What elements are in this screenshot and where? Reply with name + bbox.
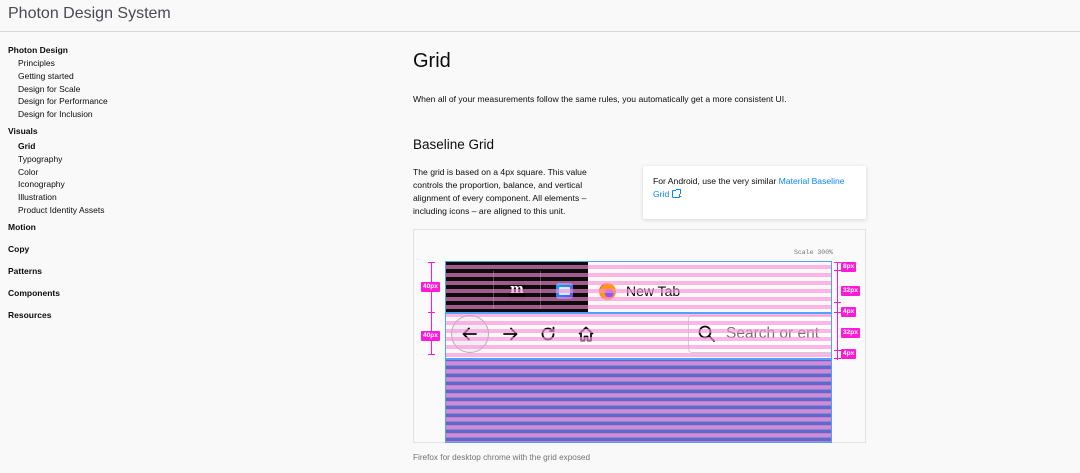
book-icon (556, 283, 573, 299)
sidebar-section-photon-design[interactable]: Photon Design (8, 44, 188, 57)
medium-icon: m (509, 282, 525, 299)
sidebar-item-typography[interactable]: Typography (8, 153, 188, 166)
site-title[interactable]: Photon Design System (8, 5, 171, 23)
sidebar-section-resources[interactable]: Resources (8, 309, 188, 322)
page-title: Grid (413, 50, 451, 72)
firefox-icon (599, 283, 616, 300)
sidebar-section-copy[interactable]: Copy (8, 243, 188, 256)
figure-caption: Firefox for desktop chrome with the grid… (413, 453, 591, 462)
sidebar-section-patterns[interactable]: Patterns (8, 265, 188, 278)
grid-figure: Scale 300% m New Tab Search or ent 40px … (413, 229, 866, 443)
browser-chrome-illustration: m New Tab Search or ent (445, 261, 832, 443)
section-title: Baseline Grid (413, 137, 495, 152)
sidebar-section-components[interactable]: Components (8, 287, 188, 300)
measure-tag-4px-top: 4px (841, 307, 857, 317)
sidebar-item-iconography[interactable]: Iconography (8, 178, 188, 191)
sidebar-item-getting-started[interactable]: Getting started (8, 70, 188, 83)
sidebar-item-design-for-scale[interactable]: Design for Scale (8, 83, 188, 96)
measure-tag-8px: 8px (841, 262, 857, 272)
content-divider (445, 358, 832, 360)
home-icon (567, 315, 605, 353)
back-icon (451, 315, 489, 353)
reload-icon (529, 315, 567, 353)
measure-tag-toolbar: 40px (421, 331, 440, 341)
sidebar-item-grid[interactable]: Grid (8, 140, 188, 153)
sidebar-item-design-for-inclusion[interactable]: Design for Inclusion (8, 108, 188, 121)
measure-tag-32px-top: 32px (841, 286, 860, 296)
chrome-divider (445, 312, 832, 314)
sidebar-item-illustration[interactable]: Illustration (8, 191, 188, 204)
content-area (445, 358, 832, 443)
sidebar-section-motion[interactable]: Motion (8, 221, 188, 234)
nav-toolbar: Search or ent (445, 312, 832, 358)
sidebar-item-product-identity-assets[interactable]: Product Identity Assets (8, 204, 188, 217)
forward-icon (491, 315, 529, 353)
sidebar: Photon Design Principles Getting started… (8, 44, 188, 322)
right-measure-line (837, 262, 838, 360)
search-placeholder: Search or ent (726, 325, 820, 342)
note-prefix: For Android, use the very similar (653, 176, 779, 186)
sidebar-section-visuals[interactable]: Visuals (8, 125, 188, 138)
intro-text: When all of your measurements follow the… (413, 94, 787, 104)
android-note-card: For Android, use the very similar Materi… (643, 166, 866, 219)
top-bar: Photon Design System (0, 0, 1080, 32)
measure-tag-4px-bottom: 4px (841, 349, 857, 359)
tab-strip: m New Tab (445, 261, 832, 312)
search-icon (698, 325, 715, 342)
pinned-tabs: m (445, 261, 588, 312)
sidebar-item-color[interactable]: Color (8, 166, 188, 179)
measure-tag-tabstrip: 40px (421, 282, 440, 292)
body-text: The grid is based on a 4px square. This … (413, 167, 587, 216)
sidebar-item-principles[interactable]: Principles (8, 57, 188, 70)
tab-label: New Tab (626, 283, 681, 299)
search-field: Search or ent (688, 315, 832, 353)
sidebar-item-design-for-performance[interactable]: Design for Performance (8, 95, 188, 108)
measure-tag-32px-bottom: 32px (841, 328, 860, 338)
external-link-icon[interactable] (671, 189, 681, 198)
scale-label: Scale 300% (793, 249, 833, 256)
